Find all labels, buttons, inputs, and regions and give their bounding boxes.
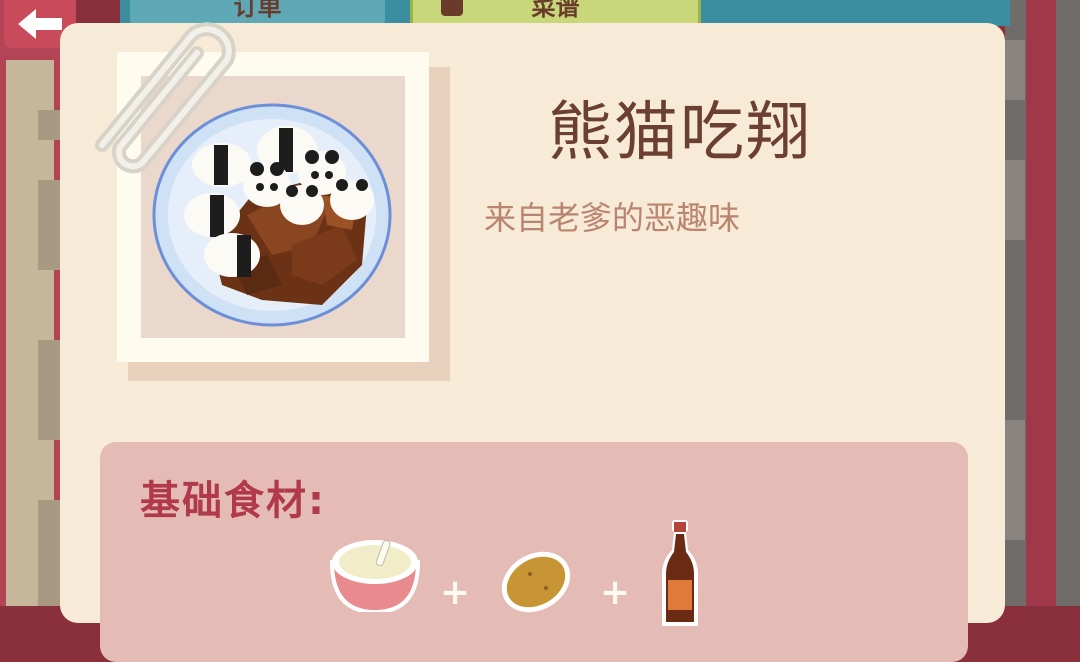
ingredient-panel: 基础食材: + + [100, 442, 968, 662]
plus-separator: + [600, 572, 631, 613]
left-decor-block [38, 110, 60, 140]
right-frame [1026, 0, 1056, 606]
tab-recipe-label: 菜谱 [531, 0, 580, 21]
paperclip-icon [95, 22, 236, 174]
arrow-left-icon [18, 9, 62, 39]
left-decor-block [38, 340, 60, 440]
soy-sauce-bottle-icon [662, 520, 698, 626]
recipe-card: 熊猫吃翔 来自老爹的恶趣味 基础食材: + + [60, 22, 1005, 662]
plus-separator: + [440, 572, 471, 613]
ingredient-title: 基础食材: [140, 478, 326, 524]
right-decor-block [1005, 420, 1025, 540]
right-decor-block [1005, 40, 1025, 100]
porridge-bowl-icon [329, 540, 421, 612]
dish-description: 来自老爹的恶趣味 [484, 199, 741, 237]
dish-name: 熊猫吃翔 [548, 96, 812, 170]
chef-hat-icon [441, 0, 463, 16]
ingredient-list: + + [328, 520, 748, 632]
left-decor-block [38, 180, 60, 270]
right-decor-block [1005, 160, 1025, 240]
potato-icon [501, 551, 571, 613]
left-decor-block [38, 500, 60, 606]
